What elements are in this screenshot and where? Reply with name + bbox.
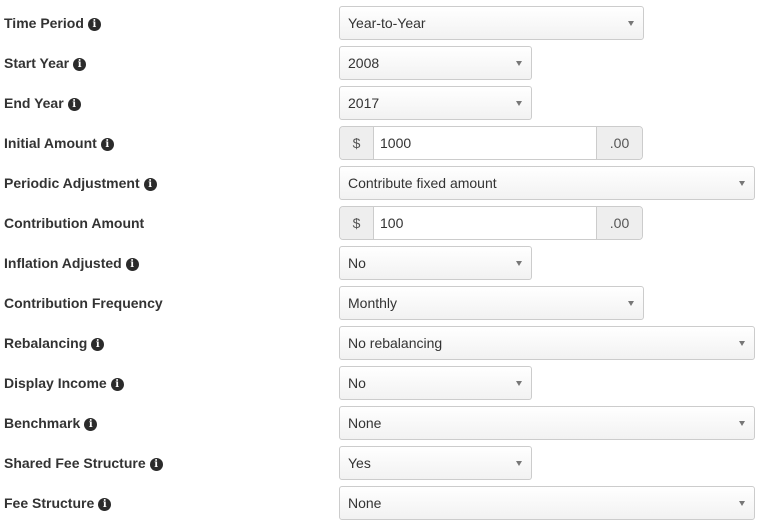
end-year-select[interactable]: 2017: [339, 86, 532, 120]
initial-amount-input-group: $ .00: [339, 126, 643, 160]
dollar-prefix: $: [340, 127, 374, 159]
inflation-adjusted-value: No: [348, 255, 366, 271]
info-icon[interactable]: i: [73, 58, 87, 71]
end-year-row: End Year i 2017: [0, 86, 780, 120]
info-icon[interactable]: i: [149, 458, 163, 471]
shared-fee-structure-value: Yes: [348, 455, 371, 471]
periodic-adjustment-value: Contribute fixed amount: [348, 175, 497, 191]
start-year-row: Start Year i 2008: [0, 46, 780, 80]
cents-suffix: .00: [596, 207, 642, 239]
shared-fee-structure-select[interactable]: Yes: [339, 446, 532, 480]
start-year-value: 2008: [348, 55, 380, 71]
start-year-select[interactable]: 2008: [339, 46, 532, 80]
inflation-adjusted-row: Inflation Adjusted i No: [0, 246, 780, 280]
caret-down-icon: [739, 181, 745, 186]
contribution-amount-input[interactable]: [374, 207, 597, 239]
shared-fee-structure-row: Shared Fee Structure i Yes: [0, 446, 780, 480]
contribution-amount-label: Contribution Amount: [4, 215, 145, 231]
shared-fee-structure-label: Shared Fee Structure: [4, 455, 146, 471]
initial-amount-label: Initial Amount: [4, 135, 97, 151]
info-icon[interactable]: i: [98, 498, 112, 511]
caret-down-icon: [516, 261, 522, 266]
caret-down-icon: [516, 381, 522, 386]
periodic-adjustment-row: Periodic Adjustment i Contribute fixed am…: [0, 166, 780, 200]
benchmark-label: Benchmark: [4, 415, 81, 431]
inflation-adjusted-select[interactable]: No: [339, 246, 532, 280]
display-income-select[interactable]: No: [339, 366, 532, 400]
contribution-amount-input-group: $ .00: [339, 206, 643, 240]
info-icon[interactable]: i: [125, 258, 139, 271]
fee-structure-label: Fee Structure: [4, 495, 95, 511]
contribution-frequency-select[interactable]: Monthly: [339, 286, 644, 320]
display-income-value: No: [348, 375, 366, 391]
benchmark-value: None: [348, 415, 382, 431]
time-period-row: Time Period i Year-to-Year: [0, 6, 780, 40]
caret-down-icon: [516, 101, 522, 106]
rebalancing-value: No rebalancing: [348, 335, 443, 351]
end-year-label: End Year: [4, 95, 64, 111]
info-icon[interactable]: i: [100, 138, 114, 151]
display-income-label: Display Income: [4, 375, 107, 391]
time-period-label: Time Period: [4, 15, 84, 31]
periodic-adjustment-label: Periodic Adjustment: [4, 175, 140, 191]
info-icon[interactable]: i: [91, 338, 105, 351]
caret-down-icon: [739, 501, 745, 506]
portfolio-backtest-form: Time Period i Year-to-Year Start Year i 20…: [0, 0, 780, 527]
inflation-adjusted-label: Inflation Adjusted: [4, 255, 122, 271]
info-icon[interactable]: i: [84, 418, 98, 431]
caret-down-icon: [516, 461, 522, 466]
fee-structure-select[interactable]: None: [339, 486, 755, 520]
caret-down-icon: [739, 341, 745, 346]
time-period-value: Year-to-Year: [348, 15, 426, 31]
info-icon[interactable]: i: [67, 98, 81, 111]
rebalancing-label: Rebalancing: [4, 335, 88, 351]
end-year-value: 2017: [348, 95, 380, 111]
contribution-frequency-row: Contribution Frequency Monthly: [0, 286, 780, 320]
contribution-frequency-label: Contribution Frequency: [4, 295, 163, 311]
initial-amount-row: Initial Amounti $ .00: [0, 126, 780, 160]
start-year-label: Start Year: [4, 55, 70, 71]
benchmark-select[interactable]: None: [339, 406, 755, 440]
info-icon[interactable]: i: [110, 378, 124, 391]
caret-down-icon: [628, 301, 634, 306]
caret-down-icon: [516, 61, 522, 66]
info-icon[interactable]: i: [143, 178, 157, 191]
contribution-amount-row: Contribution Amount $ .00: [0, 206, 780, 240]
cents-suffix: .00: [596, 127, 642, 159]
benchmark-row: Benchmark i None: [0, 406, 780, 440]
rebalancing-select[interactable]: No rebalancing: [339, 326, 755, 360]
time-period-select[interactable]: Year-to-Year: [339, 6, 644, 40]
fee-structure-value: None: [348, 495, 382, 511]
initial-amount-input[interactable]: [374, 127, 597, 159]
periodic-adjustment-select[interactable]: Contribute fixed amount: [339, 166, 755, 200]
contribution-frequency-value: Monthly: [348, 295, 398, 311]
rebalancing-row: Rebalancing i No rebalancing: [0, 326, 780, 360]
fee-structure-row: Fee Structure i None: [0, 486, 780, 520]
caret-down-icon: [739, 421, 745, 426]
dollar-prefix: $: [340, 207, 374, 239]
info-icon[interactable]: i: [87, 18, 101, 31]
caret-down-icon: [628, 21, 634, 26]
display-income-row: Display Income i No: [0, 366, 780, 400]
